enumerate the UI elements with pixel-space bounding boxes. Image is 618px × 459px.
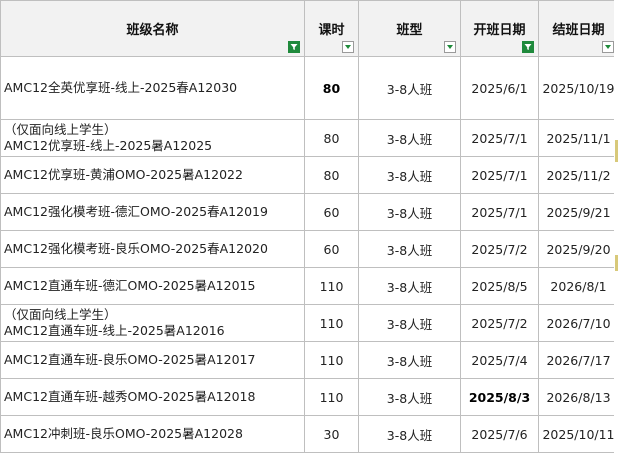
class-type-cell[interactable]: 3-8人班	[358, 119, 461, 157]
class-type-cell[interactable]: 3-8人班	[358, 56, 461, 120]
class-note: （仅面向线上学生）	[4, 122, 117, 137]
class-name-cell[interactable]: AMC12冲刺班-良乐OMO-2025暑A12028	[0, 415, 305, 453]
class-type-cell[interactable]: 3-8人班	[358, 267, 461, 305]
end-date-cell[interactable]: 2025/11/1	[538, 119, 618, 157]
start-date-cell[interactable]: 2025/8/3	[460, 378, 539, 416]
column-header-label: 结班日期	[552, 23, 605, 38]
start-date-cell[interactable]: 2025/6/1	[460, 56, 539, 120]
end-date-cell[interactable]: 2026/7/10	[538, 304, 618, 342]
table-row[interactable]: AMC12优享班-黄浦OMO-2025暑A12022 80 3-8人班 2025…	[0, 156, 618, 194]
column-header-label: 班级名称	[126, 23, 179, 38]
table-row[interactable]: AMC12直通车班-良乐OMO-2025暑A12017 110 3-8人班 20…	[0, 341, 618, 379]
class-name-cell[interactable]: （仅面向线上学生） AMC12优享班-线上-2025暑A12025	[0, 119, 305, 157]
column-header-class-name: 班级名称	[0, 0, 305, 57]
end-date-cell[interactable]: 2025/9/21	[538, 193, 618, 231]
table-row[interactable]: AMC12强化模考班-德汇OMO-2025春A12019 60 3-8人班 20…	[0, 193, 618, 231]
class-name-cell[interactable]: AMC12强化模考班-德汇OMO-2025春A12019	[0, 193, 305, 231]
start-date-cell[interactable]: 2025/8/5	[460, 267, 539, 305]
class-schedule-table: 班级名称 课时 班型 开班日期 结班日期 AMC12全英优享班-线上-2025春…	[0, 0, 618, 453]
end-date-cell[interactable]: 2025/10/19	[538, 56, 618, 120]
hours-cell[interactable]: 60	[304, 193, 359, 231]
end-date-cell[interactable]: 2026/8/1	[538, 267, 618, 305]
class-type-cell[interactable]: 3-8人班	[358, 341, 461, 379]
class-type-cell[interactable]: 3-8人班	[358, 193, 461, 231]
end-date-cell[interactable]: 2026/7/17	[538, 341, 618, 379]
end-date-cell[interactable]: 2025/9/20	[538, 230, 618, 268]
next-column-edge	[614, 0, 618, 459]
column-header-label: 课时	[318, 23, 345, 38]
table-row[interactable]: AMC12强化模考班-良乐OMO-2025春A12020 60 3-8人班 20…	[0, 230, 618, 268]
hours-cell[interactable]: 30	[304, 415, 359, 453]
hours-cell[interactable]: 80	[304, 156, 359, 194]
filter-active-icon[interactable]	[522, 41, 534, 53]
table-row[interactable]: AMC12直通车班-德汇OMO-2025暑A12015 110 3-8人班 20…	[0, 267, 618, 305]
start-date-cell[interactable]: 2025/7/1	[460, 119, 539, 157]
class-type-cell[interactable]: 3-8人班	[358, 230, 461, 268]
column-header-class-type: 班型	[358, 0, 461, 57]
hours-cell[interactable]: 110	[304, 267, 359, 305]
column-header-label: 开班日期	[473, 23, 526, 38]
class-name: AMC12直通车班-越秀OMO-2025暑A12018	[4, 389, 256, 404]
dropdown-arrow-icon[interactable]	[444, 41, 456, 53]
hours-cell[interactable]: 60	[304, 230, 359, 268]
class-name-cell[interactable]: AMC12直通车班-越秀OMO-2025暑A12018	[0, 378, 305, 416]
spreadsheet: 班级名称 课时 班型 开班日期 结班日期 AMC12全英优享班-线上-2025春…	[0, 0, 618, 459]
table-row[interactable]: AMC12全英优享班-线上-2025春A12030 80 3-8人班 2025/…	[0, 56, 618, 120]
dropdown-arrow-icon[interactable]	[602, 41, 614, 53]
header-row: 班级名称 课时 班型 开班日期 结班日期	[0, 0, 618, 57]
start-date-cell[interactable]: 2025/7/4	[460, 341, 539, 379]
class-name-cell[interactable]: AMC12全英优享班-线上-2025春A12030	[0, 56, 305, 120]
class-name: AMC12优享班-线上-2025暑A12025	[4, 138, 213, 153]
hours-cell[interactable]: 110	[304, 304, 359, 342]
start-date-cell[interactable]: 2025/7/2	[460, 230, 539, 268]
table-row[interactable]: AMC12直通车班-越秀OMO-2025暑A12018 110 3-8人班 20…	[0, 378, 618, 416]
class-name: AMC12直通车班-良乐OMO-2025暑A12017	[4, 352, 256, 367]
class-type-cell[interactable]: 3-8人班	[358, 378, 461, 416]
class-type-cell[interactable]: 3-8人班	[358, 156, 461, 194]
start-date-cell[interactable]: 2025/7/1	[460, 156, 539, 194]
table-row[interactable]: （仅面向线上学生） AMC12直通车班-线上-2025暑A12016 110 3…	[0, 304, 618, 342]
start-date-cell[interactable]: 2025/7/2	[460, 304, 539, 342]
hours-cell[interactable]: 110	[304, 378, 359, 416]
hours-cell[interactable]: 80	[304, 119, 359, 157]
class-name: AMC12强化模考班-德汇OMO-2025春A12019	[4, 204, 268, 219]
end-date-cell[interactable]: 2025/10/11	[538, 415, 618, 453]
class-name-cell[interactable]: AMC12优享班-黄浦OMO-2025暑A12022	[0, 156, 305, 194]
column-header-start-date: 开班日期	[460, 0, 539, 57]
hours-cell[interactable]: 80	[304, 56, 359, 120]
table-row[interactable]: （仅面向线上学生） AMC12优享班-线上-2025暑A12025 80 3-8…	[0, 119, 618, 157]
class-name: AMC12直通车班-德汇OMO-2025暑A12015	[4, 278, 256, 293]
class-name-cell[interactable]: （仅面向线上学生） AMC12直通车班-线上-2025暑A12016	[0, 304, 305, 342]
start-date-cell[interactable]: 2025/7/6	[460, 415, 539, 453]
class-name: AMC12直通车班-线上-2025暑A12016	[4, 323, 225, 338]
end-date-cell[interactable]: 2025/11/2	[538, 156, 618, 194]
column-header-label: 班型	[396, 23, 423, 38]
class-name: AMC12冲刺班-良乐OMO-2025暑A12028	[4, 426, 243, 441]
class-name-cell[interactable]: AMC12直通车班-良乐OMO-2025暑A12017	[0, 341, 305, 379]
class-note: （仅面向线上学生）	[4, 307, 117, 322]
class-name-cell[interactable]: AMC12直通车班-德汇OMO-2025暑A12015	[0, 267, 305, 305]
filter-active-icon[interactable]	[288, 41, 300, 53]
class-name: AMC12优享班-黄浦OMO-2025暑A12022	[4, 167, 243, 182]
dropdown-arrow-icon[interactable]	[342, 41, 354, 53]
class-name-cell[interactable]: AMC12强化模考班-良乐OMO-2025春A12020	[0, 230, 305, 268]
end-date-cell[interactable]: 2026/8/13	[538, 378, 618, 416]
column-header-end-date: 结班日期	[538, 0, 618, 57]
column-header-hours: 课时	[304, 0, 359, 57]
class-name: AMC12全英优享班-线上-2025春A12030	[4, 80, 238, 95]
hours-cell[interactable]: 110	[304, 341, 359, 379]
class-type-cell[interactable]: 3-8人班	[358, 415, 461, 453]
start-date-cell[interactable]: 2025/7/1	[460, 193, 539, 231]
class-name: AMC12强化模考班-良乐OMO-2025春A12020	[4, 241, 268, 256]
class-type-cell[interactable]: 3-8人班	[358, 304, 461, 342]
table-row[interactable]: AMC12冲刺班-良乐OMO-2025暑A12028 30 3-8人班 2025…	[0, 415, 618, 453]
